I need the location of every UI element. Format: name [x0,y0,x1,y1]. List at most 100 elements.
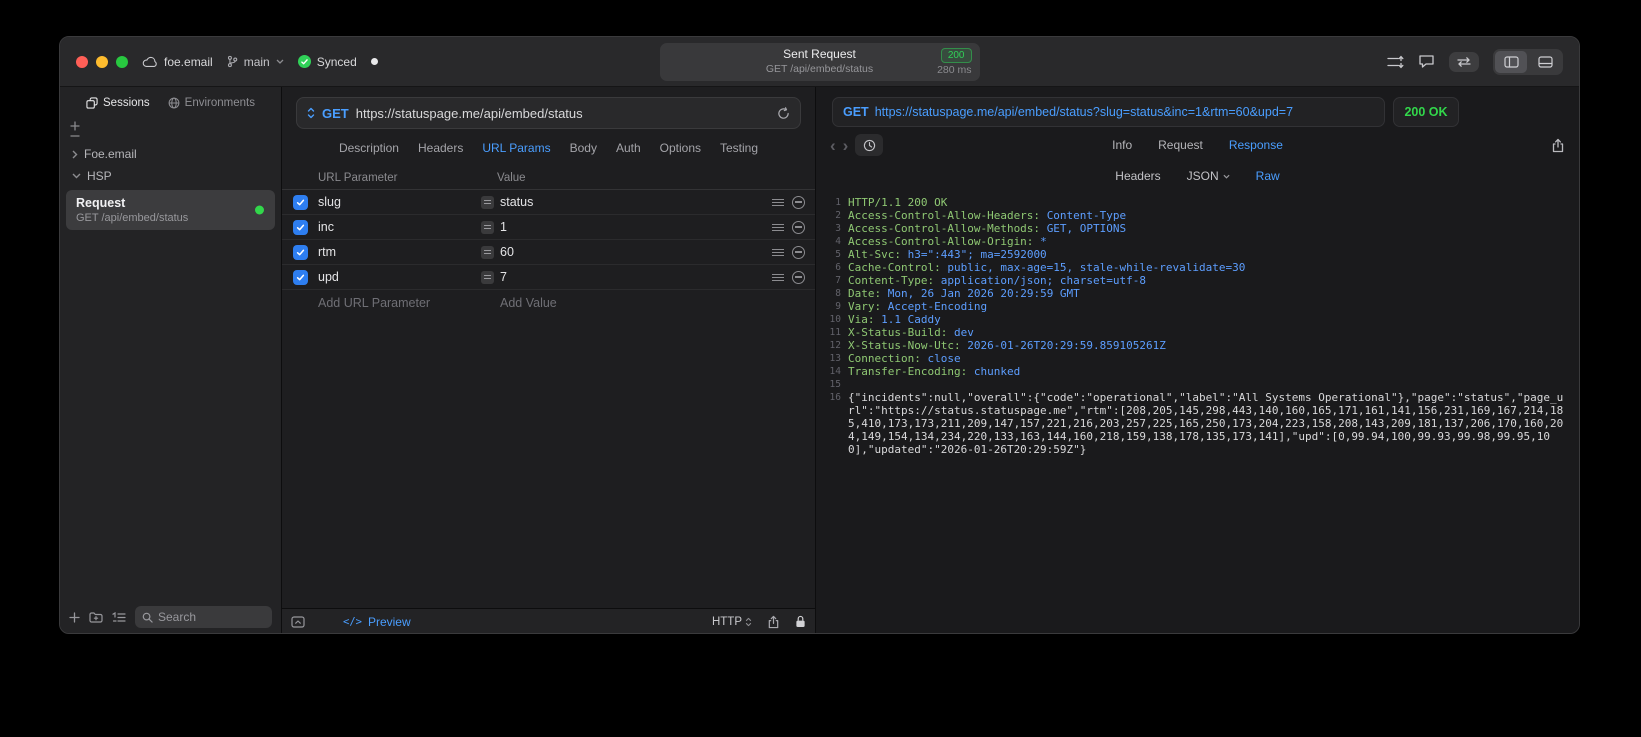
param-enabled-checkbox[interactable] [292,194,308,210]
remove-param-icon[interactable] [792,270,805,284]
preview-button[interactable]: </> Preview [343,615,411,629]
add-param-row[interactable]: Add URL Parameter Add Value [282,290,815,315]
add-param-name-placeholder[interactable]: Add URL Parameter [318,296,480,310]
request-tab-description[interactable]: Description [339,141,399,155]
export-response-icon[interactable] [1551,138,1565,153]
line-number: 8 [835,288,841,299]
response-code[interactable]: 1 HTTP/1.1 200 OK 2 Access-Control-Allow-He… [816,189,1579,633]
response-tab-info[interactable]: Info [1112,138,1132,152]
refresh-icon[interactable] [777,106,790,120]
reorder-handle-icon[interactable] [772,198,784,206]
param-value[interactable]: 7 [500,270,507,284]
chevron-down-icon [1223,174,1230,179]
sent-request-url-text: https://statuspage.me/api/embed/status?s… [874,105,1294,119]
response-line-12: 12 X-Status-Now-Utc: 2026-01-26T20:29:59.… [824,339,1569,352]
response-panel: GET https://statuspage.me/api/embed/stat… [816,87,1579,633]
close-button[interactable] [76,55,88,68]
sync-check-icon [297,55,311,68]
swap-panels-icon[interactable] [1449,51,1479,72]
sent-request-method: GET [843,105,869,119]
history-clock-icon[interactable] [855,134,884,156]
protocol-selector[interactable]: HTTP [712,616,752,628]
panel-toggle-group [1493,48,1563,75]
remove-param-icon[interactable] [792,245,805,259]
request-tab-auth[interactable]: Auth [616,141,641,155]
new-folder-icon[interactable] [89,611,103,623]
activity-capsule[interactable]: Sent Request 200 GET /api/embed/status 2… [659,43,980,81]
zoom-button[interactable] [116,55,128,68]
reorder-handle-icon[interactable] [772,223,784,231]
response-tabs: Info Request Response [1112,138,1283,152]
reorder-handle-icon[interactable] [772,248,784,256]
response-line-13: 13 Connection: close [824,352,1569,365]
tree-item-hsp[interactable]: HSP [60,165,281,187]
toggle-bottom-panel-icon[interactable] [1529,51,1561,73]
response-line-14: 14 Transfer-Encoding: chunked [824,365,1569,378]
remove-param-icon[interactable] [792,220,805,234]
line-content: Access-Control-Allow-Headers: Content-Ty… [848,209,1127,222]
request-url[interactable]: https://statuspage.me/api/embed/status [356,106,770,121]
branch-menu[interactable]: main [227,55,284,69]
response-tab-request[interactable]: Request [1158,138,1203,152]
tab-sessions-label: Sessions [103,97,150,109]
response-subtab-headers[interactable]: Headers [1115,169,1160,183]
share-icon[interactable] [767,615,780,629]
sent-request-url[interactable]: GET https://statuspage.me/api/embed/stat… [832,97,1385,127]
sidebar-search-input[interactable]: Search [135,606,272,628]
lock-icon[interactable] [795,615,806,628]
history-forward-icon[interactable]: › [843,137,849,154]
column-header-name: URL Parameter [318,172,398,184]
minimize-button[interactable] [96,55,108,68]
add-session-icon[interactable] [70,121,80,131]
param-name[interactable]: rtm [318,245,480,259]
request-tab-options[interactable]: Options [660,141,701,155]
line-number: 4 [835,236,841,247]
param-enabled-checkbox[interactable] [292,244,308,260]
toggle-editor-panel-icon[interactable] [291,615,305,628]
param-name[interactable]: upd [318,270,480,284]
response-tab-response[interactable]: Response [1229,138,1283,152]
tab-sessions[interactable]: Sessions [86,97,150,109]
line-content: Access-Control-Allow-Methods: GET, OPTIO… [848,222,1127,235]
add-request-icon[interactable] [69,611,80,623]
add-param-value-placeholder[interactable]: Add Value [480,296,759,310]
params-table-header: URL Parameter Value [282,167,815,190]
request-list-item[interactable]: Request GET /api/embed/status [66,190,275,230]
response-subtab-json[interactable]: JSON [1187,169,1230,183]
history-back-icon[interactable]: ‹ [830,137,836,154]
param-enabled-checkbox[interactable] [292,219,308,235]
toggle-sidebar-icon[interactable] [1495,50,1527,73]
request-method[interactable]: GET [322,106,349,121]
param-value[interactable]: status [500,195,533,209]
request-url-bar[interactable]: GET https://statuspage.me/api/embed/stat… [296,97,801,129]
column-header-value: Value [497,172,526,184]
request-item-title: Request [76,196,126,210]
param-value[interactable]: 1 [500,220,507,234]
tree-item-foe-email[interactable]: Foe.email [60,143,281,165]
reorder-handle-icon[interactable] [772,273,784,281]
feedback-bubble-icon[interactable] [1418,54,1435,69]
param-enabled-checkbox[interactable] [292,269,308,285]
response-subtab-raw[interactable]: Raw [1256,169,1280,183]
chevron-down-icon [72,173,81,179]
remove-session-icon[interactable] [70,134,80,138]
equals-icon [481,195,494,209]
import-export-icon[interactable] [1386,55,1404,69]
method-stepper-icon[interactable] [307,107,315,119]
request-tab-headers[interactable]: Headers [418,141,463,155]
request-tab-testing[interactable]: Testing [720,141,758,155]
globe-icon [168,97,180,109]
line-content [848,378,1569,391]
request-tab-body[interactable]: Body [570,141,597,155]
tab-environments[interactable]: Environments [168,97,255,109]
line-content: HTTP/1.1 200 OK [848,196,948,209]
sync-status[interactable]: Synced [297,55,357,69]
project-menu[interactable]: foe.email [142,55,213,69]
list-options-icon[interactable] [112,611,126,623]
param-value[interactable]: 60 [500,245,514,259]
param-name[interactable]: inc [318,220,480,234]
remove-param-icon[interactable] [792,195,805,209]
response-line-2: 2 Access-Control-Allow-Headers: Content-T… [824,209,1569,222]
param-name[interactable]: slug [318,195,480,209]
request-tab-url-params[interactable]: URL Params [482,141,550,155]
